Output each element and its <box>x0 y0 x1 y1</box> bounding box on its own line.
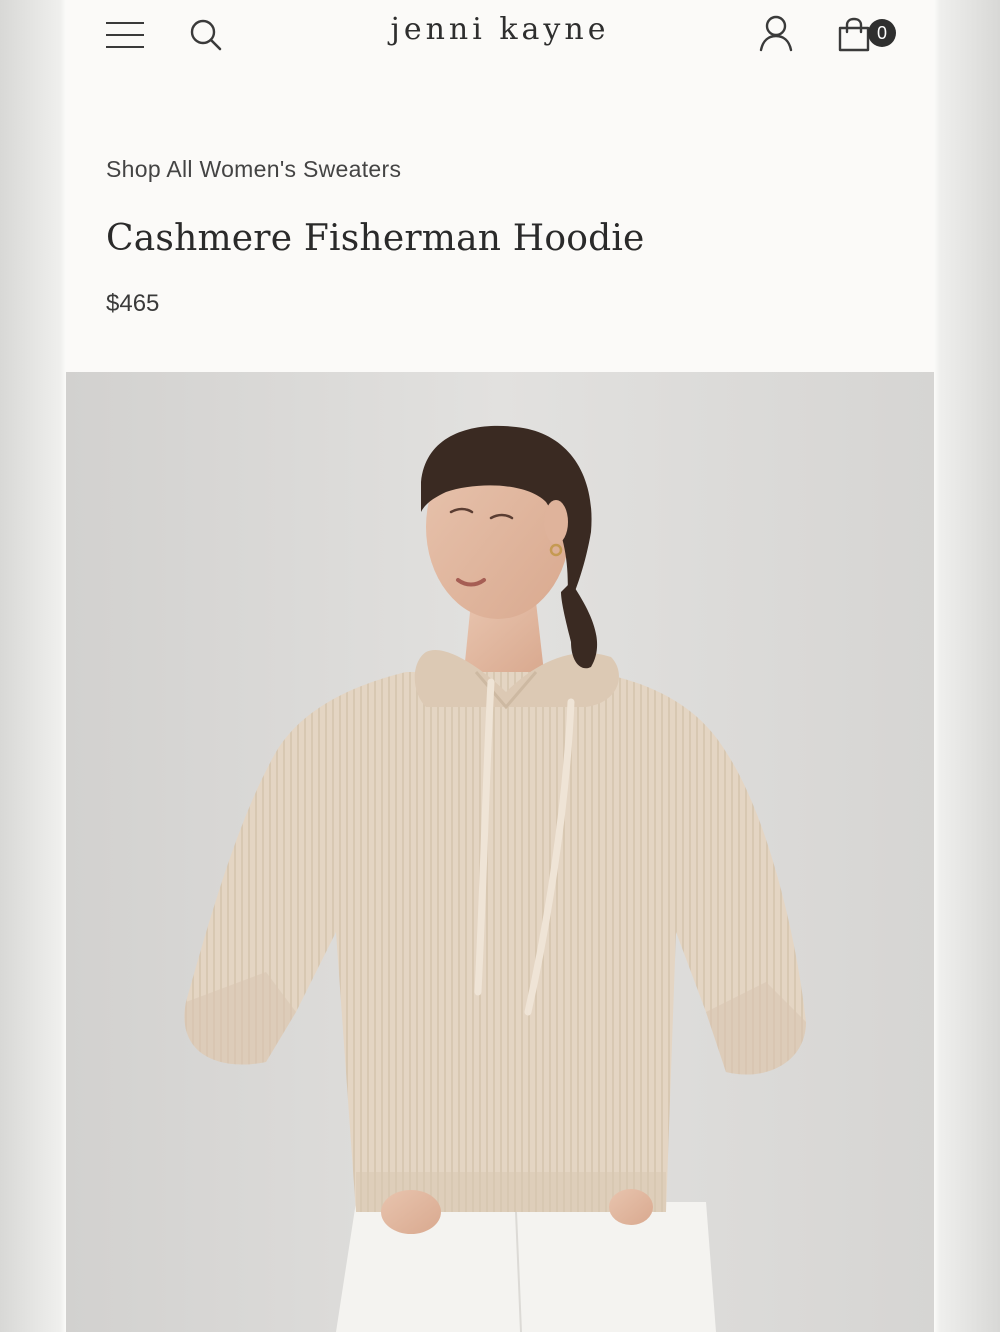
product-image[interactable] <box>66 372 934 1332</box>
model-wearing-hoodie-illustration <box>66 372 934 1332</box>
site-header: jenni kayne 0 <box>66 0 934 72</box>
product-page: jenni kayne 0 Shop All Women's Sweaters … <box>66 0 934 1332</box>
brand-logo[interactable]: jenni kayne <box>66 12 934 47</box>
product-price: $465 <box>106 290 160 317</box>
cart-button[interactable]: 0 <box>836 16 898 56</box>
account-button[interactable] <box>756 14 796 54</box>
breadcrumb-link[interactable]: Shop All Women's Sweaters <box>106 156 401 183</box>
cart-count-badge: 0 <box>868 19 896 47</box>
product-title: Cashmere Fisherman Hoodie <box>106 218 645 259</box>
user-icon <box>759 15 793 52</box>
